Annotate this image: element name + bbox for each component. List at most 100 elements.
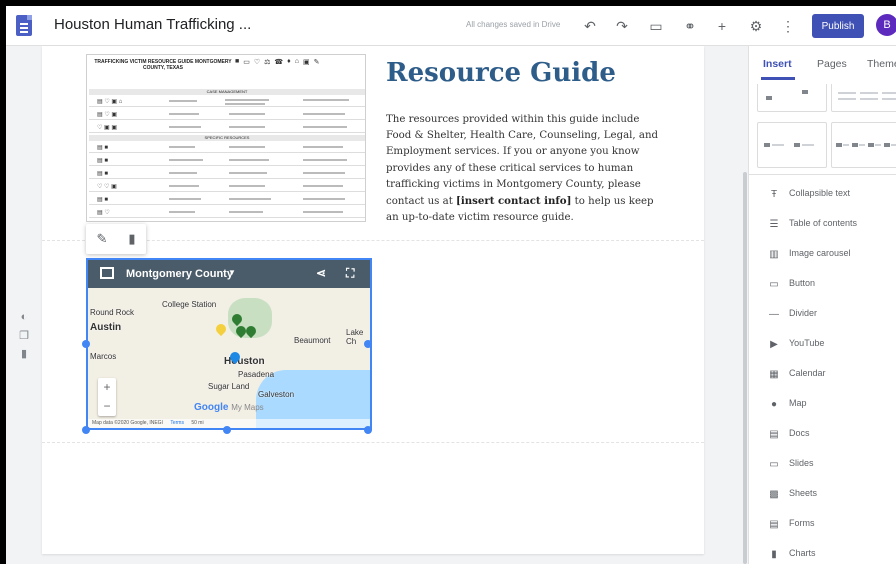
map-legend-toggle-icon[interactable]: [100, 267, 114, 279]
section-tools-rail: ◐ ❐ ▮: [18, 311, 34, 365]
map-label: Round Rock: [90, 308, 135, 317]
top-bar: Houston Human Trafficking ... All change…: [6, 6, 896, 46]
forms-icon: ▤: [769, 519, 779, 530]
insert-item-slides[interactable]: ▭ Slides: [749, 450, 896, 480]
guide-row: ▤ ■: [89, 156, 365, 166]
insert-item-button[interactable]: ▭ Button: [749, 270, 896, 300]
guide-row: ▤ ■: [89, 195, 365, 205]
map-title: Montgomery County: [126, 268, 233, 280]
layout-option[interactable]: [831, 122, 896, 168]
map-share-icon[interactable]: ⋖: [316, 266, 326, 280]
insert-item-table-of-contents[interactable]: ☰ Table of contents: [749, 210, 896, 240]
guide-row: ▤ ♡: [89, 208, 365, 218]
map-scale: 50 mi: [191, 420, 204, 426]
palette-icon[interactable]: ◐: [18, 311, 30, 323]
intro-paragraph[interactable]: The resources provided within this guide…: [386, 112, 666, 226]
guide-row: ▤ ■: [89, 143, 365, 153]
panel-divider: [749, 174, 896, 175]
map-label: Austin: [90, 322, 122, 333]
insert-item-docs[interactable]: ▤ Docs: [749, 420, 896, 450]
page-heading[interactable]: Resource Guide: [386, 58, 616, 88]
insert-item-image-carousel[interactable]: ▥ Image carousel: [749, 240, 896, 270]
edit-icon[interactable]: ✎: [96, 231, 107, 247]
map-marker-pin[interactable]: [213, 321, 229, 337]
map-label: Sugar Land: [208, 382, 250, 391]
share-add-person-icon[interactable]: +: [712, 16, 732, 36]
publish-button[interactable]: Publish: [812, 14, 864, 38]
link-icon[interactable]: ⚭: [680, 16, 700, 36]
redo-icon[interactable]: ↷: [612, 16, 632, 36]
resize-handle[interactable]: [364, 340, 372, 348]
guide-row: ▤ ♡ ▣ ⌂: [89, 97, 365, 107]
map-label: Galveston: [258, 390, 295, 399]
more-options-icon[interactable]: ⋮: [778, 16, 798, 36]
resource-guide-image[interactable]: TRAFFICKING VICTIM RESOURCE GUIDE MONTGO…: [86, 54, 366, 222]
calendar-icon: ▦: [769, 369, 779, 380]
canvas-scrollbar[interactable]: [743, 172, 747, 564]
table-of-contents-icon: ☰: [769, 219, 779, 230]
map-label: College Station: [162, 300, 217, 309]
app-window: Houston Human Trafficking ... All change…: [6, 6, 896, 564]
map-header: Montgomery County ▼ ⋖ ⛶: [88, 260, 370, 288]
element-toolbar: ✎ ▮: [86, 224, 146, 254]
delete-section-icon[interactable]: ▮: [18, 347, 30, 360]
insert-item-collapsible-text[interactable]: Ŧ Collapsible text: [749, 180, 896, 210]
undo-icon[interactable]: ↶: [580, 16, 600, 36]
page-canvas: TRAFFICKING VICTIM RESOURCE GUIDE MONTGO…: [42, 46, 704, 554]
contact-info-placeholder: [insert contact info]: [456, 195, 572, 208]
insert-panel: Insert Pages Theme ŦCollapsible text ☰Ta…: [748, 46, 896, 564]
user-avatar[interactable]: B: [876, 14, 896, 36]
site-title[interactable]: Houston Human Trafficking ...: [54, 16, 251, 33]
sheets-icon: ▩: [769, 489, 779, 500]
map-label: Pasadena: [238, 370, 275, 379]
guide-row: ♡ ♡ ▣: [89, 182, 365, 192]
zoom-out-button[interactable]: −: [98, 397, 116, 416]
docs-icon: ▤: [769, 429, 779, 440]
layout-option[interactable]: [831, 84, 896, 112]
guide-section-header: SPECIFIC RESOURCES: [89, 135, 365, 141]
guide-row: ♡ ▣ ▣: [89, 123, 365, 133]
layout-option[interactable]: [757, 84, 827, 112]
delete-icon[interactable]: ▮: [128, 231, 135, 247]
guide-category-icons: ■ ▭ ♡ ⚖ ☎ ♦ ⌂ ▣ ✎: [235, 58, 320, 66]
resize-handle[interactable]: [223, 426, 231, 434]
button-icon: ▭: [769, 279, 779, 290]
youtube-icon: ▶: [770, 339, 778, 350]
resize-handle[interactable]: [82, 426, 90, 434]
map-area[interactable]: Round Rock College Station Austin Beaumo…: [88, 288, 370, 428]
google-sites-logo-icon[interactable]: [16, 15, 32, 36]
layout-option[interactable]: [757, 122, 827, 168]
insert-item-divider[interactable]: — Divider: [749, 300, 896, 330]
preview-devices-icon[interactable]: ▭: [646, 16, 666, 36]
collapsible-text-icon: Ŧ: [770, 189, 778, 200]
embedded-map[interactable]: Montgomery County ▼ ⋖ ⛶ Round Rock Colle…: [86, 258, 372, 430]
duplicate-icon[interactable]: ❐: [18, 329, 30, 342]
map-info-caret-icon[interactable]: ▼: [228, 268, 236, 277]
map-icon: ●: [770, 399, 778, 410]
active-tab-indicator: [761, 77, 795, 80]
map-zoom-control: + −: [98, 378, 116, 416]
tab-pages[interactable]: Pages: [817, 58, 847, 70]
guide-row: ▤ ■: [89, 169, 365, 179]
tab-themes[interactable]: Theme: [867, 58, 896, 70]
map-terms-link[interactable]: Terms: [170, 420, 184, 426]
insert-item-calendar[interactable]: ▦ Calendar: [749, 360, 896, 390]
charts-icon: ▮: [771, 549, 777, 560]
zoom-in-button[interactable]: +: [98, 378, 116, 397]
divider-icon: —: [769, 309, 779, 320]
resize-handle[interactable]: [82, 340, 90, 348]
insert-item-charts[interactable]: ▮ Charts: [749, 540, 896, 564]
tab-insert[interactable]: Insert: [763, 58, 792, 70]
google-logo: Google My Maps: [194, 402, 264, 413]
insert-item-map[interactable]: ● Map: [749, 390, 896, 420]
insert-item-sheets[interactable]: ▩ Sheets: [749, 480, 896, 510]
settings-gear-icon[interactable]: ⚙: [746, 16, 766, 36]
insert-item-forms[interactable]: ▤ Forms: [749, 510, 896, 540]
section-divider: [42, 442, 704, 443]
intro-text-part1: The resources provided within this guide…: [386, 114, 659, 208]
map-label: Marcos: [90, 352, 117, 361]
resize-handle[interactable]: [364, 426, 372, 434]
map-fullscreen-icon[interactable]: ⛶: [346, 266, 354, 281]
save-status: All changes saved in Drive: [466, 20, 561, 29]
insert-item-youtube[interactable]: ▶ YouTube: [749, 330, 896, 360]
